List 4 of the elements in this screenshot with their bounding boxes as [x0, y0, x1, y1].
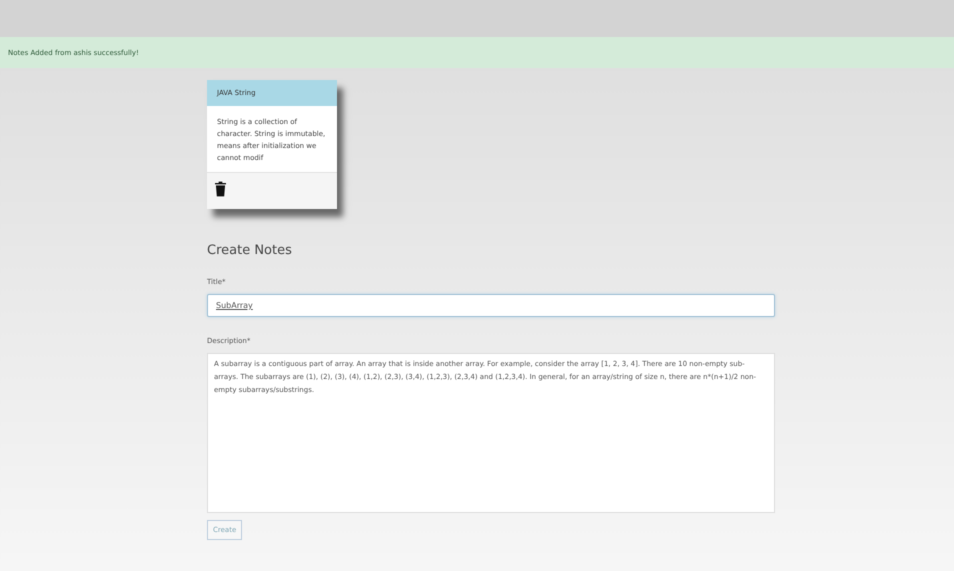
form-heading: Create Notes — [207, 243, 293, 258]
trash-icon[interactable] — [215, 181, 226, 197]
description-field[interactable] — [207, 353, 775, 513]
title-field[interactable]: SubArray — [207, 294, 775, 317]
